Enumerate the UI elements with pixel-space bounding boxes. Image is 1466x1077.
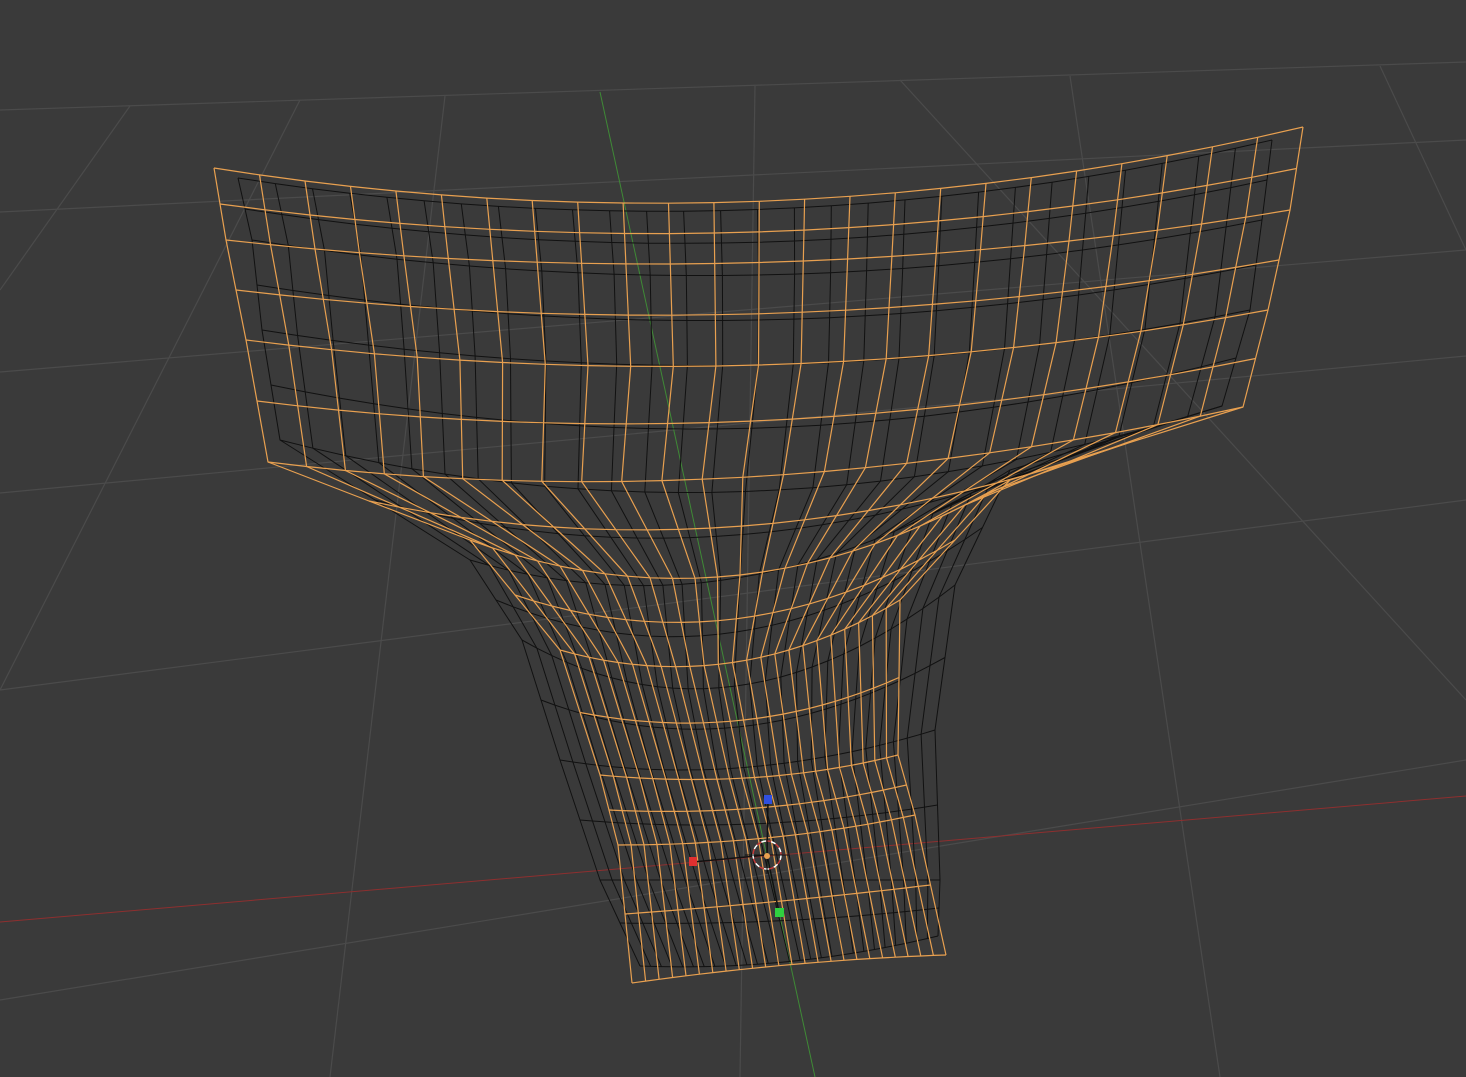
cage-edge-row — [368, 442, 1127, 531]
floor-grid-line — [0, 99, 301, 691]
mesh-edge-col — [749, 207, 801, 961]
x-axis-line — [0, 795, 1466, 923]
viewport-canvas[interactable] — [0, 0, 1466, 1077]
mesh-edge-col — [274, 183, 652, 967]
cage-edge-col — [844, 163, 1123, 958]
mesh-wireframe[interactable] — [237, 139, 1273, 968]
floor-grid-line — [899, 79, 1466, 701]
mesh-edge-row — [256, 264, 1257, 321]
3d-cursor-icon[interactable] — [745, 836, 789, 874]
floor-grid-line — [0, 105, 131, 291]
cage-edge-col — [213, 167, 633, 984]
gizmo-x-handle[interactable] — [689, 857, 697, 866]
mesh-edge-col — [677, 211, 769, 964]
mesh-edge-col — [733, 209, 790, 962]
cage-edge-col — [857, 155, 1168, 957]
floor-grid-line — [1379, 65, 1466, 251]
3d-viewport[interactable] — [0, 0, 1466, 1077]
floor-grid-line — [0, 355, 1466, 494]
cage-edge-row — [213, 126, 1304, 204]
gizmo-z-handle[interactable] — [764, 795, 772, 804]
floor-grid-line — [0, 61, 1466, 111]
cage-edge-col — [731, 201, 793, 965]
cage-edge-col — [871, 146, 1214, 957]
mesh-edge-col — [572, 209, 737, 966]
cage-edge-col — [885, 137, 1259, 956]
floor-grid-line — [1069, 75, 1221, 1077]
mesh-edge-col — [349, 193, 673, 967]
mesh-edge-row — [559, 729, 936, 771]
object-origin-dot — [764, 853, 770, 859]
cage-edge-col — [304, 180, 660, 980]
gizmo-y-handle[interactable] — [775, 908, 784, 917]
cage-edge-row — [235, 259, 1280, 316]
gizmo-x-shaft — [692, 854, 768, 863]
